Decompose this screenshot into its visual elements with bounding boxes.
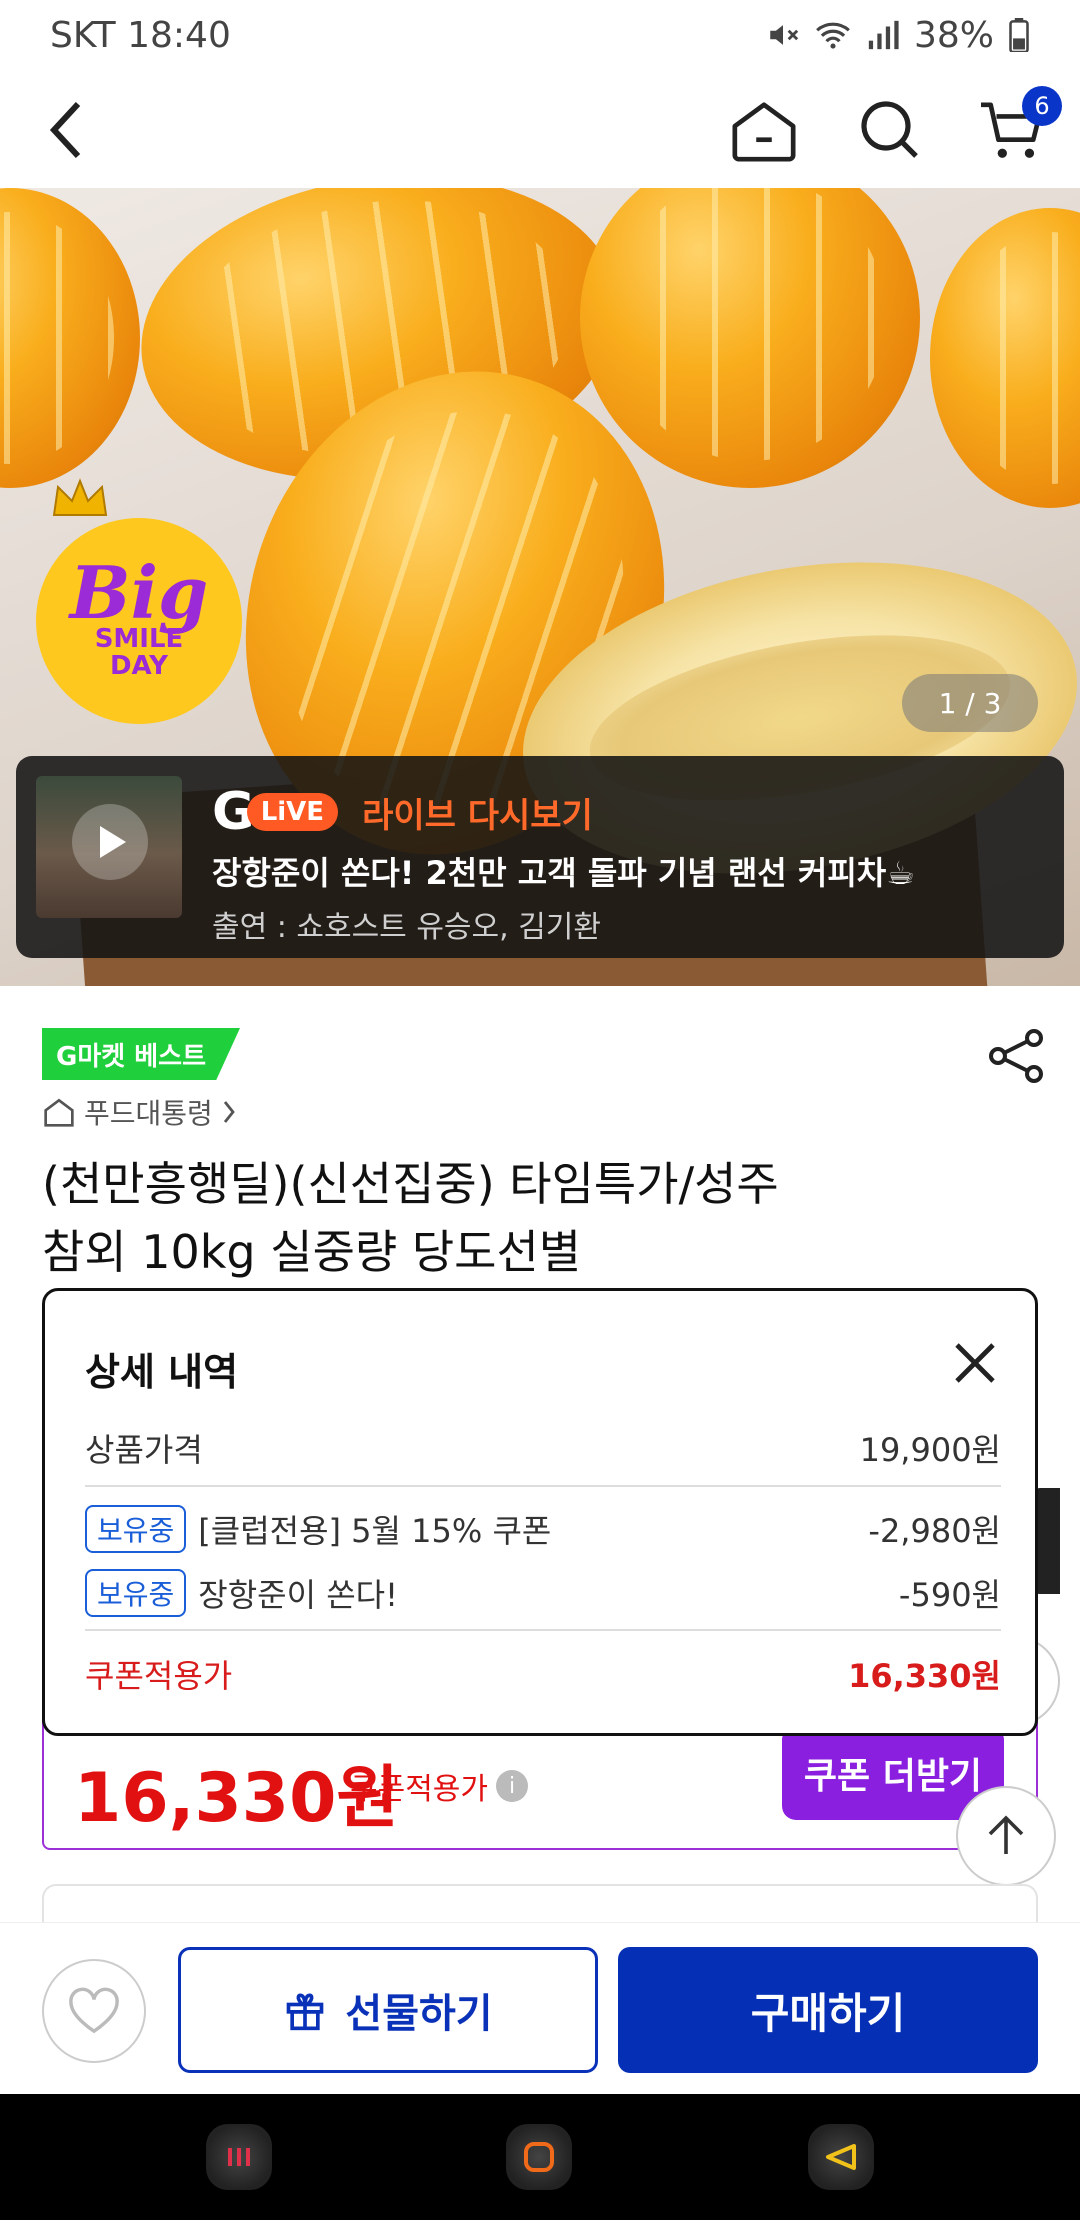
gift-button[interactable]: 선물하기 [178,1947,598,2073]
live-title: 장항준이 쏜다! 2천만 고객 돌파 기념 랜선 커피차☕ [212,854,915,892]
share-button[interactable] [984,1024,1048,1088]
badge-smile-text: SMILE [94,624,184,655]
status-bar: SKT 18:40 38% [0,0,1080,70]
live-pill: LiVE [246,793,339,831]
seller-name: 푸드대통령 [84,1097,213,1130]
product-title-line: (천만흥행딜)(신선집중) 타임특가/성주 [42,1157,779,1211]
melon-image [580,188,920,488]
live-cast: 출연 : 쇼호스트 유승오, 김기환 [212,910,601,945]
recent-apps-icon [228,2148,250,2166]
buy-button[interactable]: 구매하기 [618,1947,1038,2073]
coupon-row: 보유중 [클럽전용] 5월 15% 쿠폰 -2,980원 [85,1505,1001,1553]
live-replay-label: 라이브 다시보기 [362,795,593,836]
coupon-value: -590원 [898,1576,1001,1614]
arrow-up-icon [988,1815,1024,1854]
home-button[interactable] [726,92,802,168]
signal-icon [868,20,899,50]
home-circle-icon [524,2142,554,2172]
breadcrumb[interactable]: 푸드대통령 [42,1092,237,1132]
popup-title: 상세 내역 [85,1350,239,1394]
top-navigation: 6 [0,70,1080,188]
gift-button-label: 선물하기 [345,1991,493,2037]
melon-image [0,188,140,488]
info-icon[interactable]: i [496,1770,528,1802]
live-replay-banner[interactable]: G LiVE 라이브 다시보기 장항준이 쏜다! 2천만 고객 돌파 기념 랜선… [16,756,1064,958]
divider [85,1629,1001,1631]
wifi-icon [816,22,850,49]
share-icon [989,1029,1043,1083]
battery-percent: 38% [913,14,994,56]
product-title-line: 참외 10kg 실중량 당도선별 [42,1225,582,1279]
carrier-time: SKT 18:40 [50,14,231,56]
home-icon [732,102,796,162]
product-image-carousel[interactable]: Big SMILE DAY 1 / 3 G LiVE 라이브 다시보기 장항준이… [0,188,1080,986]
coupon-price-note[interactable]: 쿠폰적용가 i [350,1764,528,1808]
crown-icon [52,478,108,516]
total-row: 쿠폰적용가 16,330원 [85,1651,1001,1697]
search-button[interactable] [852,92,928,168]
scroll-to-top-button[interactable] [956,1786,1056,1886]
big-smile-day-badge: Big SMILE DAY [36,518,242,724]
shop-home-icon [44,1098,74,1127]
badge-day-text: DAY [109,651,169,682]
heart-icon [69,1987,119,2034]
owned-tag: 보유중 [85,1505,187,1553]
back-triangle-icon [826,2144,856,2170]
back-button[interactable] [28,92,104,168]
system-navigation-bar [0,2094,1080,2220]
coupon-label: [클럽전용] 5월 15% 쿠폰 [198,1512,552,1550]
total-value: 16,330원 [848,1657,1001,1695]
live-thumbnail[interactable] [36,776,182,918]
gift-icon [287,1993,324,2031]
search-icon [861,101,918,158]
recent-apps-button[interactable] [206,2124,272,2190]
product-title: (천만흥행딜)(신선집중) 타임특가/성주 참외 10kg 실중량 당도선별 [42,1150,1032,1286]
play-button[interactable] [72,804,148,880]
coupon-price-label: 쿠폰적용가 [350,1772,488,1807]
base-price-row: 상품가격 19,900원 [85,1425,1001,1471]
coupon-value: -2,980원 [868,1512,1001,1550]
base-price-value: 19,900원 [859,1431,1001,1469]
coupon-row: 보유중 장항준이 쏜다! -590원 [85,1569,1001,1617]
product-page: SKT 18:40 38% 6 Big SMILE DAY 1 / 3 G Li… [0,0,1080,2220]
melon-image [930,208,1080,508]
coupon-label: 장항준이 쏜다! [198,1576,398,1614]
gmarket-best-badge: G마켓 베스트 [42,1028,240,1080]
battery-icon [1009,18,1029,52]
glive-header: G LiVE 라이브 다시보기 [212,782,593,842]
owned-tag: 보유중 [85,1569,187,1617]
bottom-action-bar: 선물하기 구매하기 [0,1922,1080,2094]
chevron-right-icon [223,1101,235,1123]
divider [85,1485,1001,1487]
home-system-button[interactable] [506,2124,572,2190]
back-system-button[interactable] [808,2124,874,2190]
close-icon [955,1343,995,1383]
chevron-left-icon [49,101,81,159]
status-icons: 38% [766,15,1030,56]
play-icon [100,826,126,858]
wishlist-button[interactable] [42,1959,146,2063]
badge-big-text: Big [69,550,209,636]
cart-count-badge: 6 [1022,86,1062,126]
base-price-label: 상품가격 [85,1431,203,1469]
cart-button[interactable]: 6 [974,86,1062,168]
mute-icon [770,25,799,45]
total-label: 쿠폰적용가 [85,1657,233,1695]
image-pager: 1 / 3 [902,674,1038,732]
close-button[interactable] [945,1333,1005,1393]
price-detail-popup: 상세 내역 상품가격 19,900원 보유중 [클럽전용] 5월 15% 쿠폰 … [42,1288,1038,1736]
